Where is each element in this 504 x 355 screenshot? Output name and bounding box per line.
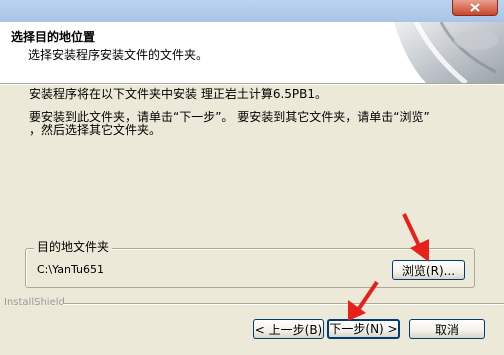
annotation-arrow-next — [348, 280, 379, 321]
install-location-text: 安装程序将在以下文件夹中安装 理正岩土计算6.5PB1。 — [29, 87, 328, 101]
instruction-text-line2: ，然后选择其它文件夹。 — [29, 123, 162, 137]
installshield-graphic — [394, 22, 504, 83]
header-panel: 选择目的地位置 选择安装程序安装文件的文件夹。 — [0, 22, 504, 83]
page-title: 选择目的地位置 — [11, 30, 96, 44]
close-button[interactable] — [452, 0, 498, 16]
page-subtitle: 选择安装程序安装文件的文件夹。 — [28, 48, 209, 62]
window-title-bar — [0, 0, 504, 22]
cancel-button[interactable]: 取消 — [409, 319, 485, 339]
destination-folder-label: 目的地文件夹 — [34, 241, 113, 254]
installshield-label: InstallShield — [4, 297, 65, 308]
close-icon — [470, 3, 480, 12]
header-divider-highlight — [0, 84, 504, 85]
annotation-arrow-browse — [402, 213, 429, 262]
next-button[interactable]: 下一步(N) > — [327, 319, 400, 339]
back-button[interactable]: < 上一步(B) — [253, 319, 324, 339]
footer-divider-highlight — [63, 304, 504, 305]
destination-path: C:\YanTu651 — [37, 263, 105, 276]
